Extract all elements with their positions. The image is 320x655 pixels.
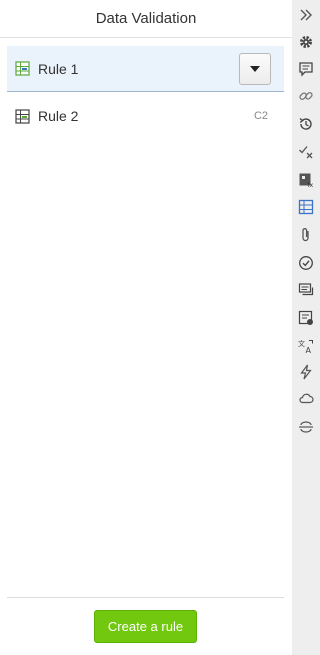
- lightning-icon[interactable]: [296, 362, 316, 382]
- create-rule-button[interactable]: Create a rule: [94, 610, 197, 643]
- svg-text:A: A: [306, 346, 312, 354]
- tasks-icon[interactable]: [296, 253, 316, 273]
- right-sidebar: fx 文A: [292, 0, 320, 655]
- collapse-icon[interactable]: [296, 5, 316, 25]
- attachment-icon[interactable]: [296, 225, 316, 245]
- connection-icon[interactable]: [296, 417, 316, 437]
- check-remove-icon[interactable]: [296, 142, 316, 162]
- rule-label: Rule 2: [38, 108, 79, 124]
- comments-icon[interactable]: [296, 59, 316, 79]
- rule-icon: [15, 108, 30, 124]
- link-icon[interactable]: [296, 86, 316, 106]
- data-validation-panel: Data Validation Rule 1 Rule 2 C2 Create …: [0, 0, 292, 655]
- svg-text:fx: fx: [308, 182, 314, 188]
- data-validation-icon[interactable]: [296, 197, 316, 217]
- formula-icon[interactable]: fx: [296, 170, 316, 190]
- rule-item-2[interactable]: Rule 2 C2: [7, 93, 284, 139]
- rule-menu-button[interactable]: [239, 53, 271, 85]
- history-icon[interactable]: [296, 114, 316, 134]
- svg-text:文: 文: [298, 339, 305, 348]
- divider: [7, 597, 284, 598]
- panel-title: Data Validation: [95, 10, 197, 27]
- rule-label: Rule 1: [38, 60, 79, 77]
- cloud-icon[interactable]: [296, 388, 316, 408]
- settings-icon[interactable]: [296, 32, 316, 52]
- rule-range: C2: [253, 110, 268, 122]
- note-icon[interactable]: [296, 308, 316, 328]
- conversations-icon[interactable]: [296, 280, 316, 300]
- rule-icon: [15, 61, 30, 76]
- rule-item-1[interactable]: Rule 1: [7, 46, 284, 92]
- translate-icon[interactable]: 文A: [296, 336, 316, 356]
- caret-down-icon: [250, 66, 260, 72]
- divider: [0, 37, 292, 38]
